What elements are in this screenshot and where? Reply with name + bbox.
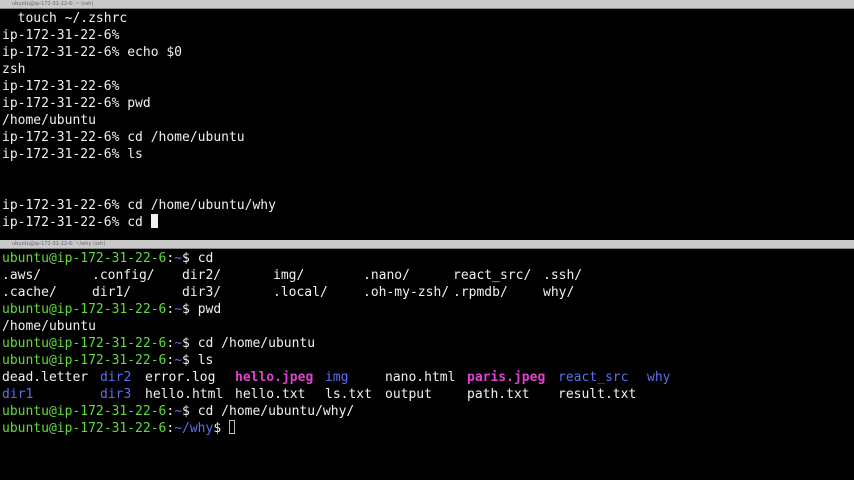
dir-entry: react_src/ [453, 268, 532, 283]
terminal-line: ubuntu@ip-172-31-22-6:~$ cd [2, 251, 214, 266]
terminal-cursor [150, 214, 158, 228]
file-entry: output [385, 181, 432, 196]
command-input-text: cd [127, 215, 151, 230]
bottom-window-title: ubuntu@ip-172-31-22-6: ~/why (ssh) [12, 241, 106, 247]
dir-entry: dir1 [2, 387, 34, 402]
file-entry: path.txt [467, 387, 530, 402]
prompt-suffix: $ [182, 404, 198, 419]
terminal-line: ubuntu@ip-172-31-22-6:~$ ls [2, 353, 214, 368]
image-file-entry: hello.jpeg [235, 370, 314, 385]
dir-entry: img [325, 164, 349, 179]
dir-entry: why/ [543, 285, 575, 300]
terminal-line: ip-172-31-22-6% cd /home/ubuntu [2, 130, 245, 145]
bottom-window-titlebar[interactable]: ubuntu@ip-172-31-22-6: ~/why (ssh) [0, 240, 854, 249]
prompt-user-host: ubuntu@ip-172-31-22-6 [2, 302, 167, 317]
dir-entry: .oh-my-zsh/ [363, 285, 450, 300]
image-file-entry: paris.jpeg [467, 370, 546, 385]
terminal-line: ubuntu@ip-172-31-22-6:~$ cd /home/ubuntu [2, 336, 316, 351]
prompt-suffix: $ [182, 251, 198, 266]
dir-entry: dir3 [100, 181, 132, 196]
terminal-line: ubuntu@ip-172-31-22-6:~$ cd /home/ubuntu… [2, 404, 355, 419]
dir-entry: dir1 [2, 181, 34, 196]
dir-entry: why [647, 164, 671, 179]
dir-entry: dir3 [100, 387, 132, 402]
dir-entry: dir3/ [182, 285, 222, 300]
terminal-line: ip-172-31-22-6% [2, 79, 128, 94]
prompt-user-host: ubuntu@ip-172-31-22-6 [2, 404, 167, 419]
dir-entry: dir1/ [92, 285, 132, 300]
file-entry: hello.html [145, 181, 224, 196]
dir-entry: .nano/ [363, 268, 410, 283]
prompt-path: ~/why [174, 421, 214, 436]
active-command-line[interactable]: ubuntu@ip-172-31-22-6:~/why$ [2, 420, 235, 437]
terminal-line: ip-172-31-22-6% cd /home/ubuntu/why [2, 198, 276, 213]
dir-entry: react_src [558, 370, 629, 385]
prompt-suffix: $ [182, 302, 198, 317]
command-text: ls [197, 353, 214, 368]
dir-entry: .ssh/ [543, 268, 583, 283]
command-text: cd /home/ubuntu/why/ [197, 404, 355, 419]
file-entry: error.log [145, 164, 216, 179]
file-entry: error.log [145, 370, 216, 385]
command-text: cd [197, 251, 214, 266]
prompt-suffix: $ [182, 353, 198, 368]
prompt-user-host: ubuntu@ip-172-31-22-6 [2, 336, 167, 351]
dir-entry: img/ [273, 268, 305, 283]
file-entry: hello.txt [235, 387, 306, 402]
prompt-path: ~ [174, 353, 183, 368]
dir-entry: dir2/ [182, 268, 222, 283]
terminal-line: ip-172-31-22-6% pwd [2, 96, 151, 111]
file-entry: result.txt [558, 181, 637, 196]
dir-entry: dir2 [100, 164, 132, 179]
file-entry: hello.txt [235, 181, 306, 196]
file-entry: path.txt [467, 181, 530, 196]
file-entry: hello.jpeg [235, 164, 314, 179]
terminal-line: ip-172-31-22-6% echo $0 [2, 45, 183, 60]
file-entry: output [385, 387, 432, 402]
dir-entry: img [325, 370, 349, 385]
prompt-user-host: ubuntu@ip-172-31-22-6 [2, 421, 167, 436]
prompt-suffix: $ [182, 336, 198, 351]
dir-entry: .config/ [92, 268, 155, 283]
prompt-user-host: ubuntu@ip-172-31-22-6 [2, 251, 167, 266]
file-entry: result.txt [558, 387, 637, 402]
command-text: pwd [197, 302, 222, 317]
shell-prompt: ip-172-31-22-6% [2, 215, 128, 230]
file-entry: nano.html [385, 164, 456, 179]
dir-entry: dir2 [100, 370, 132, 385]
file-entry: nano.html [385, 370, 456, 385]
file-entry: dead.letter [2, 164, 89, 179]
terminal-line: ip-172-31-22-6% ls [2, 147, 143, 162]
file-entry: dead.letter [2, 370, 89, 385]
dir-entry: react_src [558, 164, 629, 179]
terminal-cursor [229, 420, 235, 434]
dir-entry: .local/ [273, 285, 328, 300]
bottom-terminal-pane[interactable]: ubuntu@ip-172-31-22-6:~$ cd .aws/ .confi… [0, 249, 854, 480]
terminal-line: ubuntu@ip-172-31-22-6:~$ pwd [2, 302, 222, 317]
terminal-line: /home/ubuntu [2, 113, 96, 128]
terminal-line: touch ~/.zshrc [2, 11, 128, 26]
file-entry: ls.txt [325, 387, 372, 402]
file-entry: ls.txt [325, 181, 372, 196]
dir-entry: .rpmdb/ [453, 285, 508, 300]
prompt-path: ~ [174, 251, 183, 266]
prompt-path: ~ [174, 404, 183, 419]
command-text: cd /home/ubuntu [197, 336, 316, 351]
dir-entry: why [647, 370, 671, 385]
prompt-path: ~ [174, 302, 183, 317]
prompt-suffix: $ [213, 421, 229, 436]
top-window-titlebar[interactable]: ubuntu@ip-172-31-22-6: ~ (ssh) [0, 0, 854, 9]
file-entry: paris.jpeg [467, 164, 546, 179]
dir-entry: .aws/ [2, 268, 42, 283]
top-terminal-pane[interactable]: touch ~/.zshrc ip-172-31-22-6% ip-172-31… [0, 9, 854, 240]
prompt-user-host: ubuntu@ip-172-31-22-6 [2, 353, 167, 368]
top-window-title: ubuntu@ip-172-31-22-6: ~ (ssh) [12, 1, 94, 7]
prompt-path: ~ [174, 336, 183, 351]
terminal-line: /home/ubuntu [2, 319, 96, 334]
terminal-line: zsh [2, 62, 26, 77]
file-entry: hello.html [145, 387, 224, 402]
terminal-line: ip-172-31-22-6% [2, 28, 128, 43]
active-command-line[interactable]: ip-172-31-22-6% cd [2, 214, 158, 231]
dir-entry: .cache/ [2, 285, 57, 300]
